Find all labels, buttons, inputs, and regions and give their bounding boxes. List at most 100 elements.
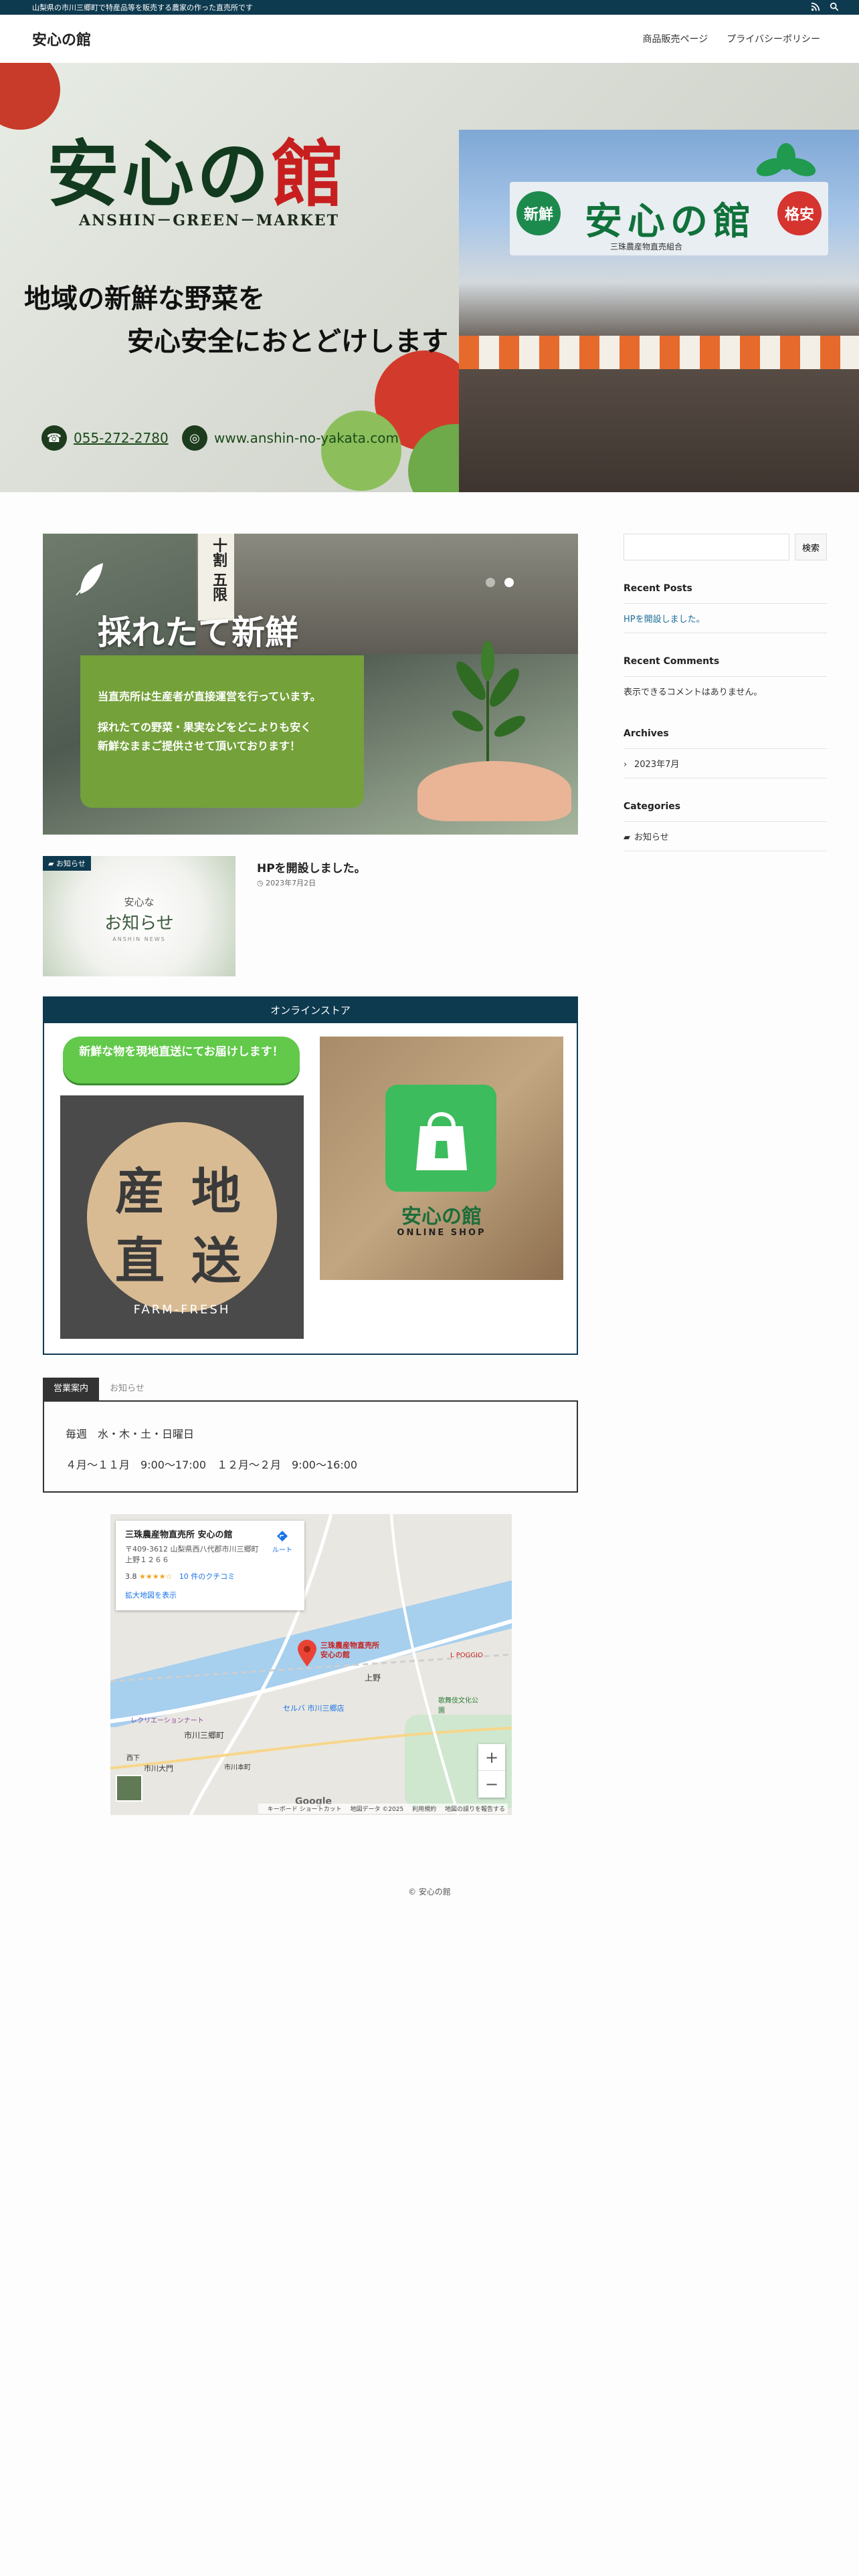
post-title[interactable]: HPを開設しました。 [257, 859, 366, 875]
tab-list: 営業案内 お知らせ [43, 1378, 578, 1400]
site-tagline: 山梨県の市川三郷町で特産品等を販売する農家の作った直売所です [32, 3, 253, 12]
search-button[interactable]: 検索 [795, 534, 827, 560]
directions-icon [277, 1531, 288, 1541]
site-logo[interactable]: 安心の館 [32, 28, 91, 49]
slider-text-1: 当直売所は生産者が直接運営を行っています。 [98, 690, 321, 703]
map-place-label: 市川本町 [224, 1764, 251, 1772]
rss-icon[interactable] [811, 2, 820, 11]
slider-message-box: 当直売所は生産者が直接運営を行っています。 採れたての野菜・果実などをどこよりも… [80, 655, 364, 808]
seedling-icon [452, 641, 526, 774]
sidebar: 検索 Recent Posts HPを開設しました。 Recent Commen… [624, 534, 827, 851]
map-shortcuts-link[interactable]: キーボード ショートカット [268, 1806, 342, 1813]
post-card: ▰ お知らせ 安心な お知らせ ANSHIN NEWS HPを開設しました。 ◷… [43, 856, 578, 976]
slider-text-3: 新鮮なままご提供させて頂いております！ [98, 740, 301, 752]
zoom-out-button[interactable]: − [478, 1771, 505, 1798]
map-rating: 3.8 ★★★★☆ 10 件のクチコミ [125, 1572, 235, 1581]
nav-item-privacy[interactable]: プライバシーポリシー [727, 32, 820, 45]
map-place-label: 歌舞伎文化公園 [438, 1697, 478, 1715]
farm-char-2: 地 [191, 1163, 241, 1220]
thumb-big-text: お知らせ [104, 914, 174, 934]
map-report-link[interactable]: 地図の誤りを報告する [445, 1806, 505, 1813]
map-place-address: 〒409-3612 山梨県西八代郡市川三郷町上野１２６６ [125, 1545, 259, 1564]
tab-news[interactable]: お知らせ [99, 1378, 155, 1400]
map-pin-label: 三珠農産物直売所 安心の館 [320, 1641, 379, 1659]
tab-business-info[interactable]: 営業案内 [43, 1378, 100, 1400]
top-bar-icons [811, 2, 839, 11]
hero-copy-line2: 安心安全におとどけします [127, 326, 448, 357]
leaf-logo-icon [756, 143, 816, 177]
map-larger-link[interactable]: 拡大地図を表示 [125, 1590, 295, 1600]
direct-delivery-button[interactable]: 新鮮な物を現地直送にてお届けします！ [63, 1037, 300, 1083]
archive-item[interactable]: › 2023年7月 [624, 749, 827, 778]
tab-panel: 毎週 水・木・土・日曜日 ４月～１１月 9:00～17:00 １２月～２月 9:… [43, 1400, 578, 1493]
map-place-label: 上野 [365, 1673, 381, 1683]
widget-recent-posts: Recent Posts HPを開設しました。 [624, 583, 827, 633]
store-awning [459, 336, 859, 369]
search-input[interactable] [624, 534, 789, 560]
online-shop-name: 安心の館 [401, 1205, 482, 1228]
map-place-name: 三珠農産物直売所 安心の館 [125, 1530, 233, 1540]
rating-stars-icon: ★★★★☆ [139, 1572, 173, 1581]
zoom-in-button[interactable]: + [478, 1744, 505, 1771]
google-map[interactable]: 市川三郷町 上野 市川大門 セルバ 市川三郷店 歌舞伎文化公園 L POGGIO… [110, 1514, 512, 1815]
widget-title: Archives [624, 728, 827, 749]
map-satellite-toggle[interactable] [116, 1775, 142, 1802]
recent-post-item[interactable]: HPを開設しました。 [624, 604, 827, 633]
sidebar-search: 検索 [624, 534, 827, 560]
farm-fresh-banner[interactable]: 産 地 直 送 FARM-FRESH [60, 1095, 304, 1339]
map-place-label: レクリエーションナート [130, 1717, 204, 1725]
hands-image [417, 761, 571, 821]
sign-text: 安心の館 [585, 200, 756, 243]
online-shop-label: ONLINE SHOP [397, 1228, 486, 1238]
hero-subtitle: ANSHIN－GREEN－MARKET [79, 212, 339, 229]
vegetable-decoration [321, 411, 401, 491]
store-sign: 新鮮 安心の館 三珠農産物直売組合 格安 [510, 182, 828, 255]
map-pin-icon[interactable] [298, 1640, 316, 1667]
map-place-label: セルバ 市川三郷店 [283, 1704, 345, 1713]
map-attribution: キーボード ショートカット 地図データ ©2025 利用規約 地図の誤りを報告す… [258, 1804, 508, 1814]
folder-icon: ▰ [624, 833, 630, 843]
map-directions-button[interactable]: ルート [272, 1530, 292, 1554]
farm-fresh-text: FARM-FRESH [133, 1303, 231, 1317]
sign-badge-fresh: 新鮮 [516, 191, 561, 235]
map-place-card: 三珠農産物直売所 安心の館 〒409-3612 山梨県西八代郡市川三郷町上野１２… [116, 1521, 304, 1610]
site-header: 安心の館 商品販売ページ プライバシーポリシー [0, 15, 859, 63]
slider-pagination [486, 578, 514, 587]
slider-dot-2[interactable] [504, 578, 514, 587]
hero-slider[interactable]: 十割 五限 採れたて新鮮 当直売所は生産者が直接運営を行っています。 採れたての… [43, 534, 578, 835]
slider-text-2: 採れたての野菜・果実などをどこよりも安く [98, 721, 312, 734]
map-place-label: 市川大門 [144, 1764, 173, 1773]
post-date: ◷ 2023年7月2日 [257, 879, 316, 887]
online-shop-banner[interactable]: 安心の館 ONLINE SHOP [320, 1037, 563, 1280]
map-reviews-link[interactable]: 10 件のクチコミ [179, 1572, 235, 1581]
widget-title: Categories [624, 801, 827, 822]
post-thumbnail[interactable]: ▰ お知らせ 安心な お知らせ ANSHIN NEWS [43, 856, 235, 976]
map-place-label: 市川三郷町 [184, 1731, 225, 1740]
shopping-bag-icon [416, 1112, 467, 1170]
farm-char-4: 送 [191, 1232, 241, 1290]
widget-title: Recent Posts [624, 583, 827, 604]
map-zoom-controls: + − [478, 1744, 505, 1798]
footer-copyright: © 安心の館 [408, 1887, 451, 1897]
hero-phone: ☎ 055-272-2780 [41, 425, 169, 451]
map-place-label: L POGGIO [450, 1652, 483, 1659]
farm-char-3: 直 [115, 1232, 165, 1290]
widget-archives: Archives › 2023年7月 [624, 728, 827, 778]
search-icon[interactable] [830, 2, 839, 11]
thumb-en-text: ANSHIN NEWS [112, 936, 166, 942]
hero-banner: 安心の館 ANSHIN－GREEN－MARKET 地域の新鮮な野菜を 安心安全に… [0, 63, 859, 492]
top-bar: 山梨県の市川三郷町で特産品等を販売する農家の作った直売所です [0, 0, 859, 15]
hero-phone-number[interactable]: 055-272-2780 [74, 430, 169, 446]
category-item[interactable]: ▰ お知らせ [624, 822, 827, 851]
widget-recent-comments: Recent Comments 表示できるコメントはありません。 [624, 656, 827, 706]
global-nav: 商品販売ページ プライバシーポリシー [643, 32, 820, 45]
nav-item-products[interactable]: 商品販売ページ [643, 32, 708, 45]
business-days: 毎週 水・木・土・日曜日 [66, 1428, 195, 1440]
no-comments-text: 表示できるコメントはありません。 [624, 687, 763, 697]
post-category-badge: ▰ お知らせ [43, 856, 91, 871]
online-store-box: オンラインストア 新鮮な物を現地直送にてお届けします！ 産 地 直 送 FARM… [43, 996, 578, 1355]
slider-dot-1[interactable] [486, 578, 495, 587]
hero-website-url: www.anshin-no-yakata.com [214, 430, 399, 446]
info-tabs: 営業案内 お知らせ 毎週 水・木・土・日曜日 ４月～１１月 9:00～17:00… [43, 1378, 578, 1493]
map-terms-link[interactable]: 利用規約 [412, 1806, 436, 1813]
